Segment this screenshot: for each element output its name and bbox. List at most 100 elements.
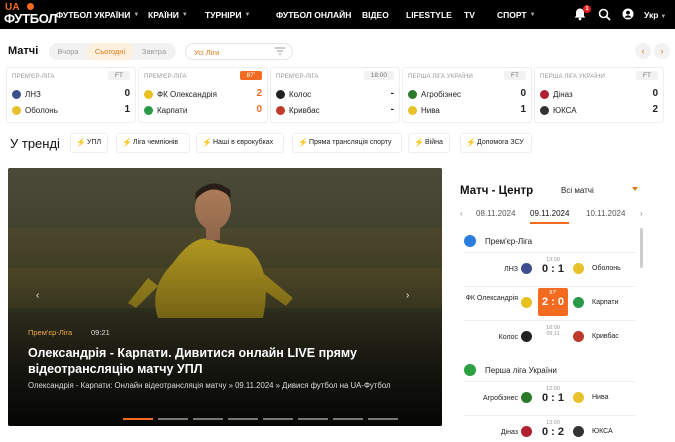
home-team: ЛНЗ [25,90,41,99]
nav-item-0[interactable]: ФУТБОЛ УКРАЇНИ ▼ [56,10,139,20]
score-box: 13:00 0 : 2 [538,420,568,442]
home-team: Діназ [553,90,573,99]
league-icon [464,364,476,376]
prev-arrow-button[interactable]: ‹ [635,43,651,59]
match-row[interactable]: Діназ 13:00 0 : 2 ЮКСА [464,417,636,442]
nav-item-1[interactable]: КРАЇНИ ▼ [148,10,188,20]
slider-dot[interactable] [263,418,293,420]
user-icon[interactable] [622,8,634,20]
card-league: ПЕРША ЛІГА УКРАЇНИ [540,73,605,80]
card-away-row: Оболонь 1 [12,104,130,117]
team-logo-icon [521,263,532,274]
date-tab[interactable]: 10.11.2024 [586,209,625,218]
match-score: 2 : 0 [541,296,564,308]
away-score: 2 [652,104,658,115]
trend-chip[interactable]: ⚡ Допомога ЗСУ [460,133,532,153]
away-score: 0 [256,104,262,115]
card-home-row: Колос - [276,88,394,101]
match-row[interactable]: ФК Олександрія 87' 2 : 0 Карпати [464,288,636,318]
hero-league[interactable]: Прем'єр-Ліга [28,328,72,337]
card-league: ПРЕМ'ЄР-ЛІГА [12,73,55,80]
trend-chip[interactable]: ⚡ Наші в єврокубках [196,133,284,153]
filter-icon[interactable] [275,46,285,56]
nav-item-4[interactable]: ВІДЕО [362,10,389,20]
match-card[interactable]: ПРЕМ'ЄР-ЛІГА FT ЛНЗ 0 Оболонь 1 [6,67,136,123]
home-team: Колос [289,90,312,99]
team-logo-icon [540,106,549,115]
hero-time: 09:21 [91,328,110,337]
card-league: ПРЕМ'ЄР-ЛІГА [144,73,187,80]
away-team: ЮКСА [553,106,577,115]
date-tab[interactable]: 08.11.2024 [476,209,515,218]
team-logo-icon [12,90,21,99]
nav-item-label: СПОРТ [497,10,527,20]
chevron-down-icon[interactable] [632,187,638,191]
away-score: 1 [124,104,130,115]
search-icon[interactable] [598,8,611,21]
divider [464,252,636,253]
match-date: 09.11 [546,331,560,337]
trend-chip-label: УПЛ [87,139,102,146]
match-card[interactable]: ПЕРША ЛІГА УКРАЇНИ FT Діназ 0 ЮКСА 2 [534,67,664,123]
slider-dot[interactable] [368,418,398,420]
match-row[interactable]: Колос 18:00 09.11 Кривбас [464,322,636,352]
hero-prev-arrow[interactable]: ‹ [36,290,39,301]
language-select[interactable]: Укр ▼ [644,10,666,20]
nav-item-3[interactable]: ФУТБОЛ ОНЛАЙН [276,10,351,20]
trend-chip[interactable]: ⚡ Війна [408,133,450,153]
tab-today[interactable]: Сьогодні [86,43,134,60]
date-tab[interactable]: 09.11.2024 [530,209,570,224]
hero-title[interactable]: Олександрія - Карпати. Дивитися онлайн L… [28,345,428,377]
slider-dot[interactable] [228,418,258,420]
home-score: 0 [520,88,526,99]
scrollbar[interactable] [640,228,643,268]
match-card[interactable]: ПРЕМ'ЄР-ЛІГА 87' ФК Олександрія 2 Карпати 0 [138,67,268,123]
trend-chip[interactable]: ⚡ Ліга чемпіонів [116,133,190,153]
nav-item-label: ТУРНІРИ [205,10,242,20]
match-row[interactable]: ЛНЗ 13:00 0 : 1 Оболонь [464,254,636,284]
hero-next-arrow[interactable]: › [406,290,409,301]
slider-dot[interactable] [333,418,363,420]
trend-chip-label: Пряма трансляція спорту [309,139,392,146]
match-score: 0 : 1 [541,263,564,275]
match-row[interactable]: Агробізнес 12:00 0 : 1 Нива [464,383,636,413]
away-team: Оболонь [592,265,621,272]
league-select-label: Усі Ліги [194,48,220,57]
card-status: 18:00 [363,71,394,80]
trend-chip[interactable]: ⚡ УПЛ [70,133,108,153]
match-card[interactable]: ПРЕМ'ЄР-ЛІГА 18:00 Колос - Кривбас - [270,67,400,123]
team-logo-icon [573,426,584,437]
nav-item-7[interactable]: СПОРТ ▼ [497,10,536,20]
site-logo[interactable]: UA ФУТБОЛ [4,2,57,28]
slider-dot[interactable] [193,418,223,420]
nav-item-2[interactable]: ТУРНІРИ ▼ [205,10,250,20]
trend-chip[interactable]: ⚡ Пряма трансляція спорту [292,133,402,153]
date-prev-arrow[interactable]: ‹ [460,209,463,218]
tab-tomorrow[interactable]: Завтра [134,43,174,60]
bolt-icon: ⚡ [298,138,308,147]
nav-item-label: ВІДЕО [362,10,389,20]
slider-dot[interactable] [158,418,188,420]
chevron-down-icon: ▼ [133,12,140,18]
match-center-filter[interactable]: Всі матчі [561,186,594,195]
tab-yesterday[interactable]: Вчора [49,43,87,60]
slider-dot[interactable] [298,418,328,420]
team-logo-icon [276,106,285,115]
card-away-row: ЮКСА 2 [540,104,658,117]
match-card[interactable]: ПЕРША ЛІГА УКРАЇНИ FT Агробізнес 0 Нива 1 [402,67,532,123]
slider-dot[interactable] [123,418,153,420]
date-next-arrow[interactable]: › [640,209,643,218]
nav-item-label: TV [464,10,475,20]
chevron-down-icon: ▼ [181,12,188,18]
hero-slider[interactable]: ‹ › Прем'єр-Ліга 09:21 Олександрія - Кар… [8,168,442,426]
slider-dots [123,418,398,421]
matches-title: Матчі [8,45,39,57]
away-team: ЮКСА [592,428,613,435]
logo-football: ФУТБОЛ [4,11,58,26]
card-status: FT [636,71,658,80]
nav-item-5[interactable]: LIFESTYLE [406,10,452,20]
next-arrow-button[interactable]: › [654,43,670,59]
home-team: ЛНЗ [504,266,518,273]
nav-item-6[interactable]: TV [464,10,475,20]
card-status: FT [504,71,526,80]
